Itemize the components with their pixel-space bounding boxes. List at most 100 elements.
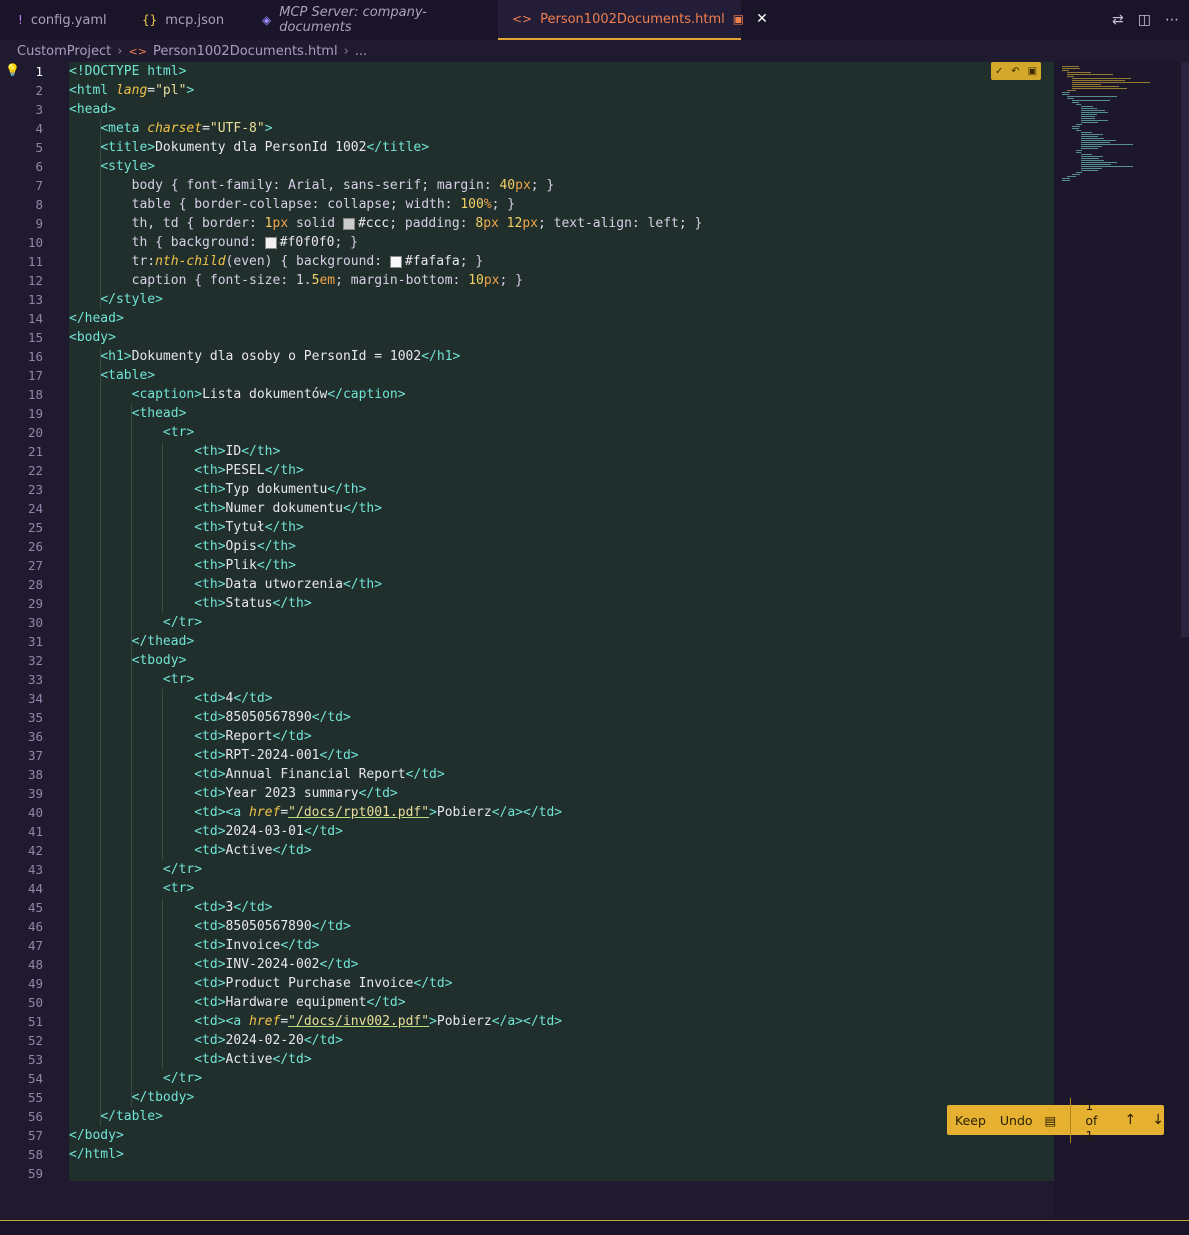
code-line[interactable]: <caption>Lista dokumentów</caption> — [69, 385, 406, 404]
minimap-line — [1081, 138, 1105, 139]
minimap-line — [1081, 110, 1106, 111]
line-number: 3 — [35, 102, 43, 117]
code-line[interactable]: <th>Tytuł</th> — [69, 518, 304, 537]
line-number: 53 — [27, 1052, 43, 1067]
code-line[interactable]: <td>85050567890</td> — [69, 917, 351, 936]
tab-mcp-server[interactable]: ◈ MCP Server: company-documents — [240, 0, 498, 40]
undo-button[interactable]: Undo — [1000, 1113, 1033, 1128]
indent-guide — [100, 119, 101, 309]
minimap-line — [1081, 156, 1104, 157]
code-line[interactable]: <h1>Dokumenty dla osoby o PersonId = 100… — [69, 347, 460, 366]
file-diff-icon[interactable]: ▤ — [1045, 1113, 1057, 1128]
code-line[interactable]: <th>Typ dokumentu</th> — [69, 480, 366, 499]
line-number-gutter: 💡 1 2 3 4 5 6 7 8 9 10 11 12 13 14 15 16 17 18 19 20 21 22 23 2… — [0, 62, 69, 1222]
minimap-line — [1071, 100, 1111, 101]
code-line[interactable]: th { background: #f0f0f0; } — [69, 233, 358, 252]
minimap-line — [1076, 104, 1081, 105]
keep-button[interactable]: Keep — [955, 1113, 986, 1128]
code-line[interactable]: <th>Data utworzenia</th> — [69, 575, 382, 594]
code-line[interactable]: <td>85050567890</td> — [69, 708, 351, 727]
code-line[interactable]: <thead> — [69, 404, 187, 423]
minimap-line — [1062, 94, 1069, 95]
minimap-line — [1071, 102, 1080, 103]
code-line[interactable]: <td>Active</td> — [69, 1050, 311, 1069]
arrow-up-icon[interactable]: ↑ — [1125, 1112, 1137, 1128]
code-line[interactable]: <td>Product Purchase Invoice</td> — [69, 974, 452, 993]
line-number: 6 — [35, 159, 43, 174]
tab-config-yaml[interactable]: ! config.yaml — [0, 0, 122, 40]
code-line[interactable]: <th>Numer dokumentu</th> — [69, 499, 382, 518]
code-line[interactable]: </head> — [69, 309, 124, 328]
code-line[interactable]: th, td { border: 1px solid #ccc; padding… — [69, 214, 703, 233]
tab-label: MCP Server: company-documents — [279, 5, 427, 35]
code-line[interactable]: <td>Hardware equipment</td> — [69, 993, 405, 1012]
code-line[interactable]: <th>Status</th> — [69, 594, 311, 613]
code-line[interactable]: <!DOCTYPE html> — [69, 62, 186, 81]
line-number: 33 — [27, 672, 43, 687]
code-line[interactable]: <td>Active</td> — [69, 841, 311, 860]
code-line[interactable]: <th>PESEL</th> — [69, 461, 304, 480]
code-line[interactable]: <td>2024-03-01</td> — [69, 822, 343, 841]
minimap-line — [1081, 114, 1097, 115]
line-number: 36 — [27, 729, 43, 744]
code-line[interactable]: </body> — [69, 1126, 124, 1145]
code-line[interactable]: <body> — [69, 328, 116, 347]
split-editor-icon[interactable]: ◫ — [1138, 12, 1151, 28]
arrow-down-icon[interactable]: ↓ — [1152, 1112, 1164, 1128]
code-line[interactable]: <td><a href="/docs/inv002.pdf">Pobierz</… — [69, 1012, 562, 1031]
accept-icon[interactable]: ✓ — [995, 66, 1003, 77]
code-line[interactable]: <title>Dokumenty dla PersonId 1002</titl… — [69, 138, 429, 157]
minimap-line — [1081, 162, 1118, 163]
code-line[interactable]: <table> — [69, 366, 155, 385]
code-line[interactable]: body { font-family: Arial, sans-serif; m… — [69, 176, 555, 195]
compare-changes-icon[interactable]: ⇄ — [1112, 12, 1124, 28]
close-icon[interactable]: ✕ — [756, 11, 768, 27]
code-line[interactable]: <td>Report</td> — [69, 727, 311, 746]
minimap-line — [1066, 96, 1118, 97]
code-line[interactable]: <th>Plik</th> — [69, 556, 296, 575]
line-number: 42 — [27, 843, 43, 858]
line-number: 16 — [27, 349, 43, 364]
code-line[interactable]: </tr> — [69, 1069, 202, 1088]
more-actions-icon[interactable]: ⋯ — [1165, 12, 1179, 28]
compare-icon[interactable]: ▣ — [1028, 66, 1037, 77]
code-line[interactable]: <style> — [69, 157, 155, 176]
code-line[interactable]: <head> — [69, 100, 116, 119]
minimap-line — [1081, 134, 1104, 135]
minimap-line — [1081, 142, 1110, 143]
minimap-line — [1081, 148, 1098, 149]
code-line[interactable]: </tr> — [69, 613, 202, 632]
code-line[interactable]: <html lang="pl"> — [69, 81, 194, 100]
minimap-line — [1081, 116, 1096, 117]
code-line[interactable]: <td>Invoice</td> — [69, 936, 319, 955]
code-line[interactable]: <tbody> — [69, 651, 187, 670]
code-line[interactable]: </table> — [69, 1107, 163, 1126]
code-line[interactable]: <td>INV-2024-002</td> — [69, 955, 358, 974]
breadcrumb-folder[interactable]: CustomProject — [17, 44, 111, 59]
code-line[interactable]: </style> — [69, 290, 163, 309]
line-number: 29 — [27, 596, 43, 611]
code-line[interactable]: <td>Annual Financial Report</td> — [69, 765, 444, 784]
tab-mcp-json[interactable]: {} mcp.json — [122, 0, 240, 40]
undo-icon[interactable]: ↶ — [1011, 66, 1019, 77]
code-line[interactable]: <td><a href="/docs/rpt001.pdf">Pobierz</… — [69, 803, 562, 822]
minimap[interactable] — [1054, 62, 1189, 1222]
scrollbar[interactable] — [1181, 62, 1189, 637]
editor[interactable]: 💡 1 2 3 4 5 6 7 8 9 10 11 12 13 14 15 16 17 18 19 20 21 22 23 2… — [0, 62, 1189, 1222]
code-line[interactable]: </tr> — [69, 860, 202, 879]
code-line[interactable]: <td>RPT-2024-001</td> — [69, 746, 358, 765]
breadcrumb-more[interactable]: ... — [355, 44, 367, 59]
code-area[interactable]: <!DOCTYPE html> <html lang="pl"> <head> <m… — [69, 62, 1054, 1222]
breadcrumb-file[interactable]: Person1002Documents.html — [153, 44, 338, 59]
code-line[interactable]: tr:nth-child(even) { background: #fafafa… — [69, 252, 484, 271]
indent-guide — [162, 442, 163, 613]
tab-person1002documents[interactable]: <> Person1002Documents.html ▣ ✕ — [498, 0, 768, 40]
mcp-server-icon: ◈ — [262, 13, 272, 27]
code-line[interactable]: table { border-collapse: collapse; width… — [69, 195, 516, 214]
code-line[interactable]: </html> — [69, 1145, 124, 1164]
code-line[interactable]: <td>2024-02-20</td> — [69, 1031, 343, 1050]
code-line[interactable]: <th>Opis</th> — [69, 537, 296, 556]
code-line[interactable]: caption { font-size: 1.5em; margin-botto… — [69, 271, 523, 290]
minimap-line — [1081, 144, 1133, 145]
code-line[interactable]: <td>Year 2023 summary</td> — [69, 784, 398, 803]
